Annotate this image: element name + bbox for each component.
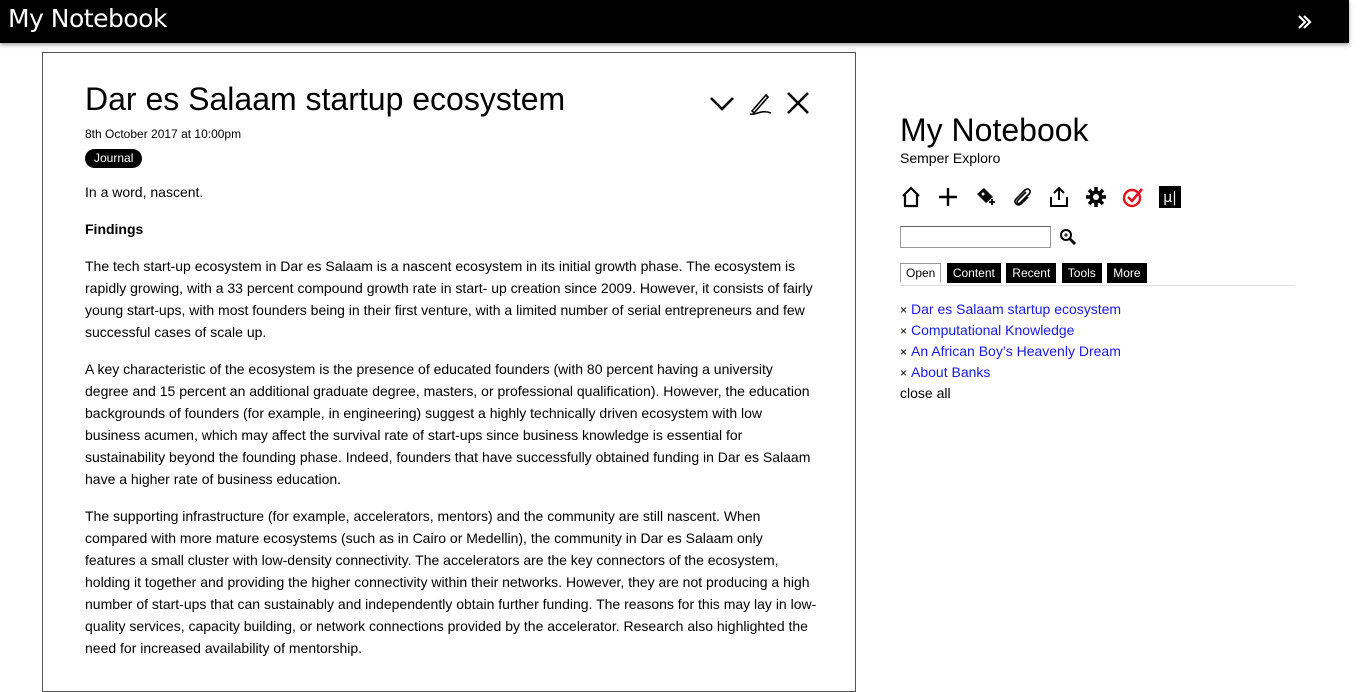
close-item-button[interactable]: × [900,303,907,317]
intro-paragraph: In a word, nascent. [85,184,204,200]
open-tiddlers-list: × Dar es Salaam startup ecosystem × Comput… [900,299,1121,403]
site-title: My Notebook [900,112,1089,148]
body-paragraph-2: A key characteristic of the ecosystem is… [85,361,811,487]
search-row [900,226,1077,248]
sidebar-tabs: Open Content Recent Tools More [900,263,1295,286]
body-paragraph-3: The supporting infrastructure (for examp… [85,508,817,656]
gear-icon[interactable] [1085,186,1107,208]
edit-icon[interactable] [747,89,773,117]
tab-content[interactable]: Content [946,263,1001,283]
top-bar-title: My Notebook [8,4,167,33]
list-item: × An African Boy’s Heavenly Dream [900,341,1121,362]
close-all-button[interactable]: close all [900,383,1121,403]
tiddler-title: Dar es Salaam startup ecosystem [85,81,566,117]
home-icon[interactable] [900,186,922,208]
close-icon[interactable] [785,89,811,117]
tiddler-date: 8th October 2017 at 10:00pm [85,127,242,141]
close-item-button[interactable]: × [900,366,907,380]
export-icon[interactable] [1048,186,1070,208]
body-paragraph-1: The tech start-up ecosystem in Dar es Sa… [85,258,813,340]
tab-more[interactable]: More [1107,263,1147,283]
sidebar: My Notebook Semper Exploro μ| Open Conte… [900,110,1295,401]
open-item-link[interactable]: Computational Knowledge [911,322,1074,338]
close-item-button[interactable]: × [900,324,907,338]
open-item-link[interactable]: About Banks [911,364,990,380]
list-item: × Computational Knowledge [900,320,1121,341]
mu-icon[interactable]: μ| [1159,186,1181,208]
tiddler-card: Dar es Salaam startup ecosystem 8th Octo… [42,52,856,692]
chevron-down-icon[interactable] [709,89,735,117]
open-item-link[interactable]: An African Boy’s Heavenly Dream [911,343,1121,359]
close-item-button[interactable]: × [900,345,907,359]
page-toolbar: μ| [900,186,1196,208]
check-circle-icon[interactable] [1122,186,1144,208]
new-journal-icon[interactable] [974,186,996,208]
tab-tools[interactable]: Tools [1061,263,1102,283]
list-item: × About Banks [900,362,1121,383]
site-subtitle: Semper Exploro [900,150,1001,166]
tiddler-controls [709,89,811,117]
findings-heading: Findings [85,221,144,237]
open-item-link[interactable]: Dar es Salaam startup ecosystem [911,301,1121,317]
list-item: × Dar es Salaam startup ecosystem [900,299,1121,320]
search-icon[interactable] [1059,228,1077,246]
paperclip-icon[interactable] [1011,186,1033,208]
tab-open[interactable]: Open [900,263,942,283]
plus-icon[interactable] [937,186,959,208]
tag-journal[interactable]: Journal [85,149,143,168]
svg-text:μ|: μ| [1163,190,1177,206]
double-chevron-right-icon[interactable] [1294,12,1314,32]
tab-recent[interactable]: Recent [1006,263,1057,283]
tiddler-body: In a word, nascent. Findings The tech st… [85,181,817,674]
search-input[interactable] [900,226,1051,248]
top-bar: My Notebook [0,0,1349,43]
